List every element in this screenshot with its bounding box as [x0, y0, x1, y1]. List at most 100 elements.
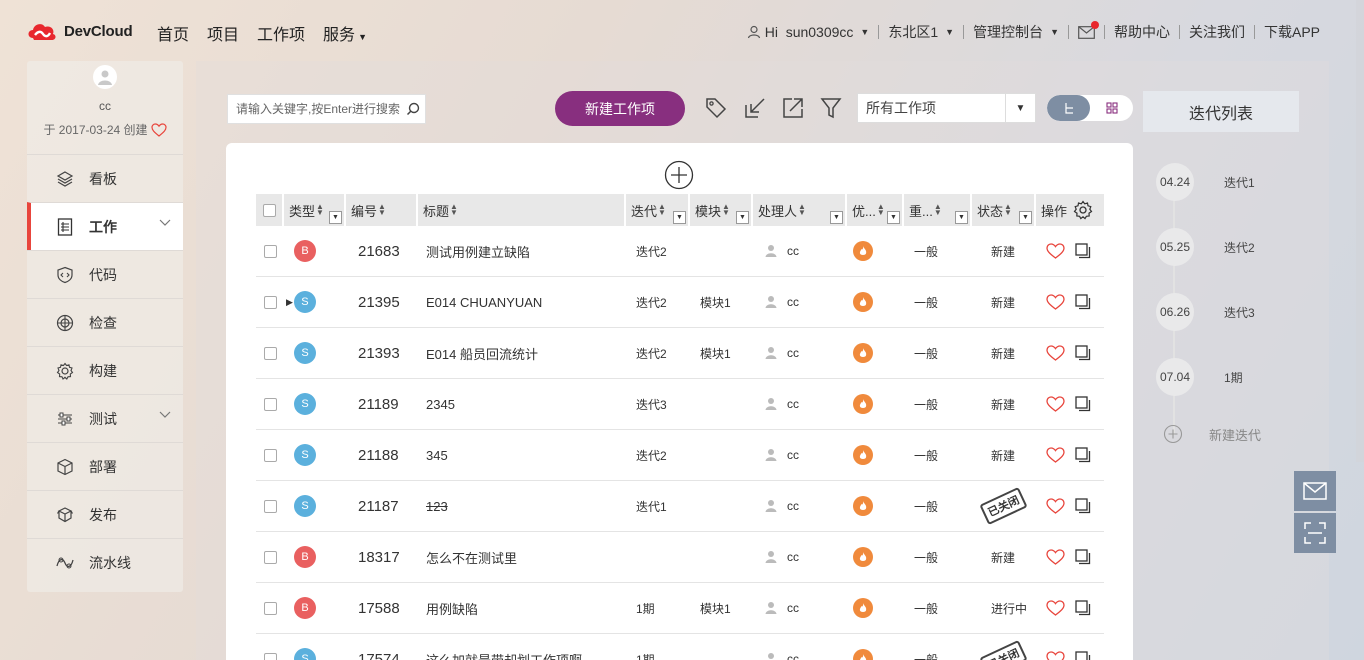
- id-cell[interactable]: 18317: [346, 532, 418, 583]
- nav-home[interactable]: 首页: [157, 21, 189, 45]
- filter-button[interactable]: [818, 95, 844, 121]
- copy-icon[interactable]: [1075, 651, 1091, 660]
- col-type[interactable]: 类型 ▲ ▼ ▼: [284, 194, 346, 226]
- export-button[interactable]: [780, 95, 806, 121]
- table-row[interactable]: B 17588 用例缺陷 1期 模块1 cc 一般 进行中: [256, 583, 1104, 634]
- gear-icon[interactable]: [1073, 200, 1093, 220]
- nav-workitems[interactable]: 工作项: [257, 21, 305, 45]
- iteration-item[interactable]: 06.26 迭代3: [1156, 293, 1316, 331]
- page-scrollbar[interactable]: [1356, 0, 1364, 462]
- column-filter-icon[interactable]: ▼: [1019, 211, 1032, 224]
- row-checkbox[interactable]: [263, 550, 277, 564]
- heart-icon[interactable]: [1046, 651, 1065, 660]
- fullscreen-button[interactable]: [1294, 513, 1336, 553]
- search-input[interactable]: [236, 102, 406, 116]
- col-priority[interactable]: 优... ▲ ▼ ▼: [847, 194, 904, 226]
- workitem-filter-select[interactable]: 所有工作项 ▼: [857, 93, 1036, 123]
- heart-icon[interactable]: [1046, 447, 1065, 463]
- id-cell[interactable]: 21187: [346, 481, 418, 532]
- messages-button[interactable]: [1078, 20, 1099, 39]
- copy-icon[interactable]: [1075, 294, 1091, 310]
- copy-icon[interactable]: [1075, 549, 1091, 565]
- col-id[interactable]: 编号 ▲ ▼: [346, 194, 418, 226]
- table-row[interactable]: B 21683 测试用例建立缺陷 迭代2 cc 一般 新建: [256, 226, 1104, 277]
- title-cell[interactable]: 测试用例建立缺陷: [418, 226, 626, 277]
- iteration-list-header[interactable]: 迭代列表: [1143, 91, 1299, 132]
- download-app-link[interactable]: 下载APP: [1264, 22, 1320, 42]
- row-checkbox[interactable]: [263, 652, 277, 660]
- heart-icon[interactable]: [1046, 549, 1065, 565]
- column-filter-icon[interactable]: ▼: [673, 211, 686, 224]
- title-cell[interactable]: 用例缺陷: [418, 583, 626, 634]
- title-cell[interactable]: E014 船员回流统计: [418, 328, 626, 379]
- new-workitem-button[interactable]: 新建工作项: [555, 91, 685, 126]
- logo[interactable]: DevCloud: [26, 20, 133, 42]
- col-status[interactable]: 状态 ▲ ▼ ▼: [972, 194, 1036, 226]
- sidebar-item-build[interactable]: 构建: [27, 346, 183, 394]
- col-title[interactable]: 标题 ▲ ▼: [418, 194, 626, 226]
- id-cell[interactable]: 21683: [346, 226, 418, 277]
- row-checkbox[interactable]: [263, 601, 277, 615]
- iteration-item[interactable]: 07.04 1期: [1156, 358, 1316, 396]
- avatar[interactable]: [93, 65, 117, 89]
- column-filter-icon[interactable]: ▼: [830, 211, 843, 224]
- title-cell[interactable]: 这么加就是带却划工作项啊: [418, 634, 626, 660]
- tag-button[interactable]: [703, 95, 729, 121]
- row-checkbox[interactable]: [263, 448, 277, 462]
- copy-icon[interactable]: [1075, 396, 1091, 412]
- heart-icon[interactable]: [1046, 396, 1065, 412]
- col-assignee[interactable]: 处理人 ▲ ▼ ▼: [753, 194, 847, 226]
- id-cell[interactable]: 21393: [346, 328, 418, 379]
- title-cell[interactable]: E014 CHUANYUAN: [418, 277, 626, 328]
- row-checkbox[interactable]: [263, 346, 277, 360]
- row-checkbox[interactable]: [263, 295, 277, 309]
- table-row[interactable]: S 21393 E014 船员回流统计 迭代2 模块1 cc 一般 新建: [256, 328, 1104, 379]
- sidebar-item-work[interactable]: 工作: [27, 202, 183, 250]
- iteration-item[interactable]: 05.25 迭代2: [1156, 228, 1316, 266]
- id-cell[interactable]: 17574: [346, 634, 418, 660]
- nav-projects[interactable]: 项目: [207, 21, 239, 45]
- sidebar-item-code[interactable]: 代码: [27, 250, 183, 298]
- heart-icon[interactable]: [1046, 600, 1065, 616]
- sidebar-item-pipeline[interactable]: 流水线: [27, 538, 183, 586]
- title-cell[interactable]: 2345: [418, 379, 626, 430]
- row-checkbox[interactable]: [263, 244, 277, 258]
- id-cell[interactable]: 21188: [346, 430, 418, 481]
- copy-icon[interactable]: [1075, 345, 1091, 361]
- user-menu[interactable]: Hi sun0309cc ▼: [747, 24, 869, 40]
- heart-icon[interactable]: [1046, 243, 1065, 259]
- table-row[interactable]: S 21187 123 迭代1 cc 一般 已关闭: [256, 481, 1104, 532]
- feedback-button[interactable]: [1294, 471, 1336, 511]
- copy-icon[interactable]: [1075, 498, 1091, 514]
- title-cell[interactable]: 怎么不在测试里: [418, 532, 626, 583]
- sidebar-item-kanban[interactable]: 看板: [27, 154, 183, 202]
- copy-icon[interactable]: [1075, 447, 1091, 463]
- sidebar-item-deploy[interactable]: 部署: [27, 442, 183, 490]
- search-icon[interactable]: [406, 102, 420, 116]
- row-checkbox[interactable]: [263, 397, 277, 411]
- id-cell[interactable]: 17588: [346, 583, 418, 634]
- column-filter-icon[interactable]: ▼: [736, 211, 749, 224]
- column-filter-icon[interactable]: ▼: [955, 211, 968, 224]
- heart-icon[interactable]: [1046, 498, 1065, 514]
- column-filter-icon[interactable]: ▼: [329, 211, 342, 224]
- select-all-checkbox[interactable]: [262, 203, 276, 217]
- row-checkbox[interactable]: [263, 499, 277, 513]
- id-cell[interactable]: 21395: [346, 277, 418, 328]
- new-iteration-button[interactable]: 新建迭代: [1163, 424, 1261, 444]
- table-row[interactable]: S 21189 2345 迭代3 cc 一般 新建: [256, 379, 1104, 430]
- column-filter-icon[interactable]: ▼: [887, 211, 900, 224]
- title-cell[interactable]: 345: [418, 430, 626, 481]
- heart-icon[interactable]: [150, 122, 167, 137]
- copy-icon[interactable]: [1075, 600, 1091, 616]
- console-menu[interactable]: 管理控制台 ▼: [973, 22, 1059, 42]
- import-button[interactable]: [742, 95, 768, 121]
- sidebar-item-release[interactable]: 发布: [27, 490, 183, 538]
- table-row[interactable]: S 17574 这么加就是带却划工作项啊 1期 cc 一般 已关闭: [256, 634, 1104, 660]
- help-center-link[interactable]: 帮助中心: [1114, 22, 1170, 42]
- grid-view-button[interactable]: [1090, 95, 1133, 121]
- follow-us-link[interactable]: 关注我们: [1189, 22, 1245, 42]
- heart-icon[interactable]: [1046, 345, 1065, 361]
- col-module[interactable]: 模块 ▲ ▼ ▼: [690, 194, 753, 226]
- table-row[interactable]: B 18317 怎么不在测试里 cc 一般 新建: [256, 532, 1104, 583]
